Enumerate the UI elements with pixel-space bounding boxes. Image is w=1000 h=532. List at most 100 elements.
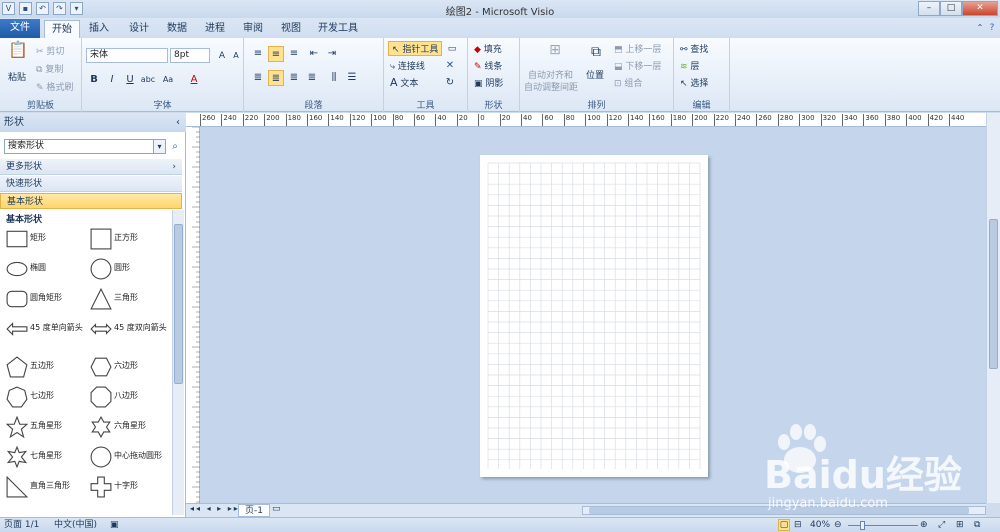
stencil-shape-rounded-rectangle[interactable]: 圆角矩形 — [2, 284, 86, 314]
copy-button[interactable]: ⧉ 复制 — [36, 62, 63, 75]
stencil-scroll-thumb[interactable] — [174, 224, 183, 384]
select-button[interactable]: ↖ 选择 — [680, 76, 708, 89]
shadow-button[interactable]: ▣ 阴影 — [474, 76, 503, 89]
status-page[interactable]: 页面 1/1 — [4, 518, 39, 532]
macro-record-icon[interactable]: ▣ — [110, 518, 119, 532]
tab-file[interactable]: 文件 — [0, 19, 40, 38]
group-button[interactable]: ⊡ 组合 — [614, 76, 642, 89]
text-tool-button[interactable]: A 文本 — [390, 76, 418, 89]
format-painter-button[interactable]: ✎ 格式刷 — [36, 80, 73, 93]
full-screen-icon[interactable]: ▢ — [778, 519, 790, 531]
zoom-out-icon[interactable]: ⊖ — [834, 518, 842, 532]
stencil-shape-triangle[interactable]: 三角形 — [86, 284, 170, 314]
presentation-icon[interactable]: ⊟ — [794, 518, 802, 532]
zoom-level[interactable]: 40% — [810, 518, 830, 532]
minimize-ribbon-icon[interactable]: ⌃ — [974, 20, 986, 34]
zoom-slider-thumb[interactable] — [860, 521, 865, 530]
zoom-in-icon[interactable]: ⊕ — [920, 518, 928, 532]
align-middle-icon[interactable]: ≡ — [268, 46, 284, 62]
help-icon[interactable]: ? — [986, 20, 998, 34]
stencil-shape-45-degree-double-arrow[interactable]: 45 度双向箭头 — [86, 314, 170, 344]
page-tab-1[interactable]: 页-1 — [238, 504, 270, 517]
drawing-page[interactable] — [480, 155, 708, 477]
canvas-v-scroll-thumb[interactable] — [989, 219, 998, 369]
tab-design[interactable]: 设计 — [124, 20, 154, 38]
stencil-shape-rectangle[interactable]: 矩形 — [2, 224, 86, 254]
minimize-button[interactable]: – — [918, 1, 940, 16]
font-size-combo[interactable]: 8pt — [170, 48, 210, 63]
italic-icon[interactable]: I — [104, 72, 120, 88]
stencil-shape-seven-point-star[interactable]: 七角星形 — [2, 442, 86, 472]
rotate-icon[interactable]: ↻ — [442, 75, 458, 91]
stencil-shape-45-degree-single-arrow[interactable]: 45 度单向箭头 — [2, 314, 86, 344]
align-bottom-icon[interactable]: ≡ — [286, 46, 302, 62]
pointer-tool-button[interactable]: ↖ 指针工具 — [388, 41, 443, 56]
increase-indent-icon[interactable]: ⇥ — [324, 46, 340, 62]
search-icon[interactable]: ⌕ — [168, 139, 182, 154]
auto-align-icon[interactable]: ⊞ — [544, 42, 566, 64]
strikethrough-icon[interactable]: abc — [140, 72, 156, 88]
tab-review[interactable]: 审阅 — [238, 20, 268, 38]
search-dropdown-icon[interactable]: ▾ — [153, 139, 166, 154]
position-icon[interactable]: ⧉ — [586, 44, 606, 64]
more-shapes-row[interactable]: 更多形状 › — [0, 159, 182, 175]
stencil-scrollbar[interactable] — [172, 210, 184, 515]
justify-icon[interactable]: ≣ — [304, 70, 320, 86]
fit-page-icon[interactable]: ⤢ — [938, 518, 945, 532]
connector-button[interactable]: ⤷ 连接线 — [390, 59, 425, 72]
close-button[interactable]: ✕ — [962, 1, 998, 16]
stencil-shape-five-point-star[interactable]: 五角星形 — [2, 412, 86, 442]
paste-button[interactable]: 粘贴 — [8, 70, 26, 83]
layers-button[interactable]: ≋ 层 — [680, 59, 699, 72]
tab-home[interactable]: 开始 — [44, 20, 80, 38]
quick-shapes-row[interactable]: 快速形状 — [0, 176, 182, 192]
zoom-slider[interactable] — [848, 521, 918, 530]
align-left-icon[interactable]: ≣ — [250, 70, 266, 86]
tab-developer[interactable]: 开发工具 — [314, 20, 362, 38]
case-icon[interactable]: Aa — [160, 72, 176, 88]
search-shapes-input[interactable]: 搜索形状 — [4, 139, 165, 154]
fill-button[interactable]: ◆ 填充 — [474, 42, 502, 55]
auto-align-label-2[interactable]: 自动调整间距 — [524, 80, 578, 93]
bold-icon[interactable]: B — [86, 72, 102, 88]
insert-page-icon[interactable]: ▭ — [272, 504, 281, 514]
tab-data[interactable]: 数据 — [162, 20, 192, 38]
switch-windows-icon[interactable]: ⧉ — [974, 518, 980, 532]
stencil-shape-octagon[interactable]: 八边形 — [86, 382, 170, 412]
line-button[interactable]: ✎ 线条 — [474, 59, 502, 72]
bullets-icon[interactable]: ☰ — [344, 70, 360, 86]
tab-process[interactable]: 进程 — [200, 20, 230, 38]
paste-icon[interactable]: 📋 — [6, 42, 30, 66]
cut-button[interactable]: ✂ 剪切 — [36, 44, 64, 57]
stencil-shape-right-triangle[interactable]: 直角三角形 — [2, 472, 86, 502]
underline-icon[interactable]: U — [122, 72, 138, 88]
stencil-shape-ellipse[interactable]: 椭圆 — [2, 254, 86, 284]
stencil-shape-heptagon[interactable]: 七边形 — [2, 382, 86, 412]
tab-view[interactable]: 视图 — [276, 20, 306, 38]
align-right-icon[interactable]: ≣ — [286, 70, 302, 86]
text-direction-icon[interactable]: ⫼ — [326, 70, 342, 86]
stencil-shape-center-drag-circle[interactable]: 中心拖动圆形 — [86, 442, 170, 472]
stencil-shape-pentagon[interactable]: 五边形 — [2, 352, 86, 382]
maximize-button[interactable]: □ — [940, 1, 962, 16]
basic-shapes-row[interactable]: 基本形状 — [0, 193, 182, 209]
align-top-icon[interactable]: ≡ — [250, 46, 266, 62]
page-nav-arrows[interactable]: ◂◂ ◂ ▸ ▸▸ — [190, 504, 240, 513]
status-language[interactable]: 中文(中国) — [54, 518, 97, 532]
font-color-icon[interactable]: A — [186, 72, 202, 88]
pan-zoom-icon[interactable]: ⊞ — [956, 518, 964, 532]
font-name-combo[interactable]: 宋体 — [86, 48, 168, 63]
stencil-shape-square[interactable]: 正方形 — [86, 224, 170, 254]
position-button[interactable]: 位置 — [586, 68, 604, 81]
align-center-icon[interactable]: ≣ — [268, 70, 284, 86]
rectangle-tool-icon[interactable]: ▭ — [444, 41, 460, 57]
find-button[interactable]: ⚯ 查找 — [680, 42, 708, 55]
decrease-indent-icon[interactable]: ⇤ — [306, 46, 322, 62]
stencil-shape-six-point-star[interactable]: 六角星形 — [86, 412, 170, 442]
tab-insert[interactable]: 插入 — [84, 20, 114, 38]
bring-forward-button[interactable]: ⬒ 上移一层 — [614, 42, 661, 55]
stencil-shape-cross[interactable]: 十字形 — [86, 472, 170, 502]
stencil-shape-hexagon[interactable]: 六边形 — [86, 352, 170, 382]
stencil-shape-circle[interactable]: 圆形 — [86, 254, 170, 284]
collapse-panel-icon[interactable]: ‹ — [176, 113, 180, 132]
